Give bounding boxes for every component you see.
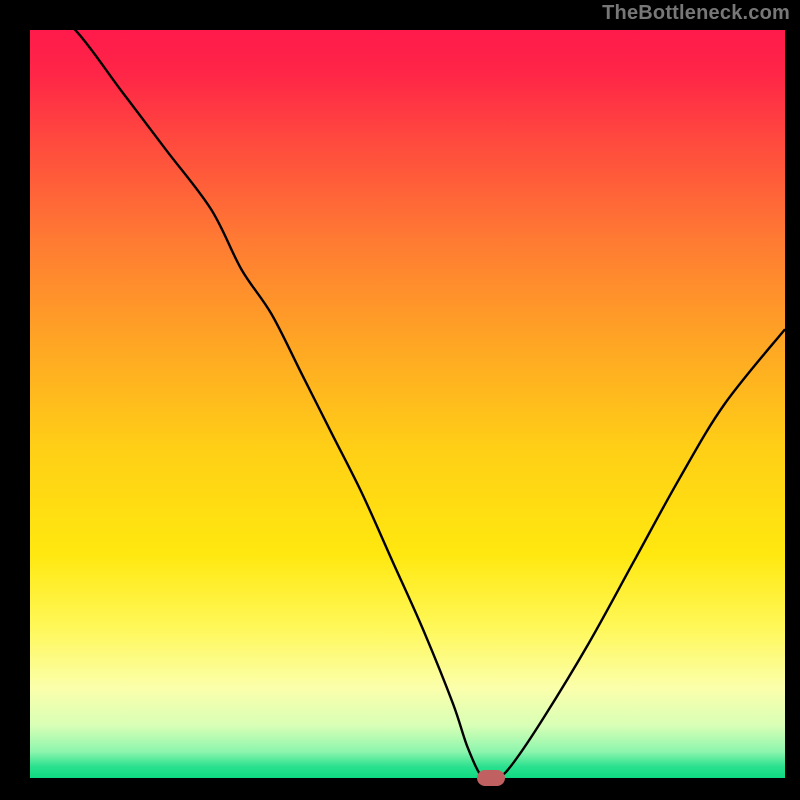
plot-svg [30,30,785,778]
chart-stage: TheBottleneck.com [0,0,800,800]
gradient-background [30,30,785,778]
optimal-point-marker [477,770,505,786]
plot-area [30,30,785,778]
watermark-text: TheBottleneck.com [602,2,790,25]
